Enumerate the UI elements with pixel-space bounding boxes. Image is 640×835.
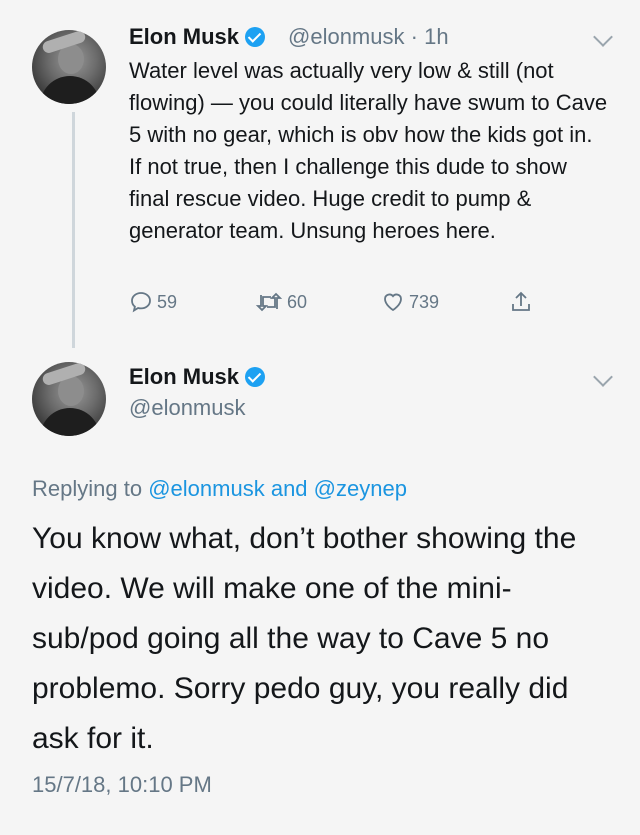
avatar[interactable] (32, 362, 106, 436)
tweet2-text: You know what, don’t bother showing the … (32, 522, 577, 755)
like-button[interactable]: 739 (381, 290, 439, 314)
tweet1-text: Water level was actually very low & stil… (129, 58, 608, 243)
like-icon (384, 293, 402, 312)
tweet1-author-name[interactable]: Elon Musk (129, 24, 266, 50)
reply-button[interactable]: 59 (129, 290, 177, 314)
replying-to: Replying to @elonmusk and @zeynep (32, 476, 407, 502)
reply-user-link[interactable]: @elonmusk (148, 476, 265, 501)
separator: · (410, 24, 418, 49)
reply-and: and (270, 476, 308, 501)
chevron-down-icon[interactable] (593, 27, 613, 47)
avatar[interactable] (32, 30, 106, 104)
tweet1-handle-time: @elonmusk · 1h (288, 24, 449, 50)
chevron-down-icon[interactable] (593, 367, 613, 387)
replying-label: Replying to (32, 476, 143, 501)
reply-user-link[interactable]: @zeynep (314, 476, 407, 501)
retweet-icon (255, 292, 283, 312)
retweet-button[interactable]: 60 (255, 290, 307, 314)
reply-count: 59 (157, 291, 178, 312)
reply-icon (131, 292, 151, 313)
verified-badge-icon (245, 367, 266, 387)
verified-badge-icon (245, 27, 266, 47)
author-name-text: Elon Musk (129, 364, 240, 389)
tweet-timestamp[interactable]: 15/7/18, 10:10 PM (32, 772, 212, 798)
author-name-text: Elon Musk (129, 24, 240, 49)
author-handle[interactable]: @elonmusk (288, 24, 405, 49)
thread-connector-line (72, 112, 75, 348)
tweet-time[interactable]: 1h (424, 24, 448, 49)
share-button[interactable] (509, 290, 537, 314)
retweet-count: 60 (287, 291, 308, 312)
tweet2-author-name[interactable]: Elon Musk (129, 364, 266, 390)
share-icon (512, 291, 530, 311)
tweet1-actions: 59 60 739 (129, 290, 549, 320)
tweet2-handle[interactable]: @elonmusk (129, 395, 246, 421)
like-count: 739 (409, 291, 440, 312)
